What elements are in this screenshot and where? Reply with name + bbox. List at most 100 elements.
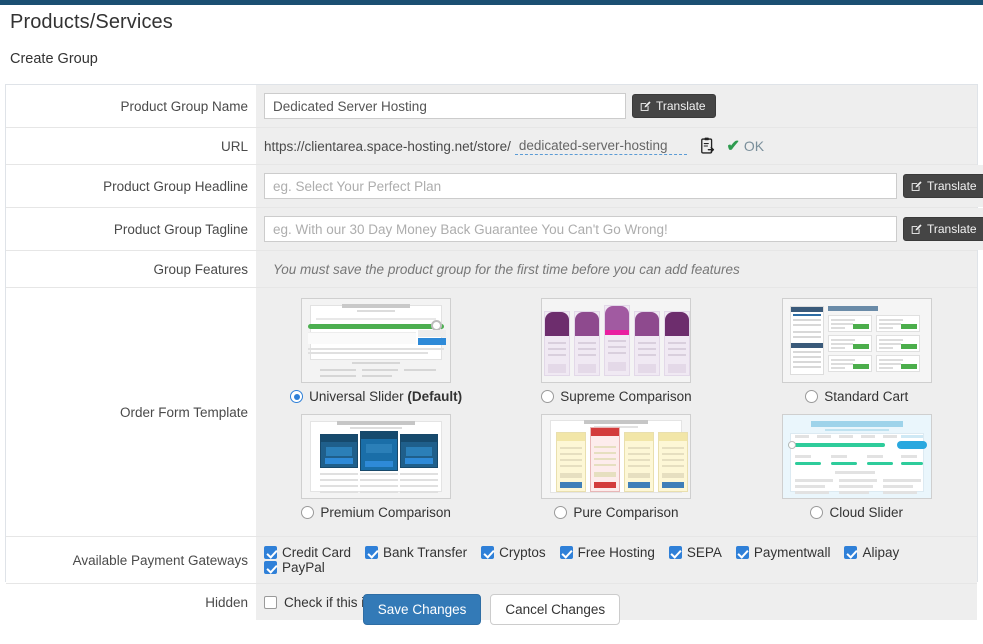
edit-square-icon xyxy=(911,180,922,191)
thumbnail-pure-comparison[interactable] xyxy=(541,414,692,499)
template-label-cloud-slider: Cloud Slider xyxy=(829,505,904,520)
template-option-supreme-comparison[interactable]: Supreme Comparison xyxy=(496,298,736,404)
checkbox-credit-card[interactable] xyxy=(264,546,277,559)
form-row-group-features: Group Features You must save the product… xyxy=(6,251,977,288)
translate-tagline-label: Translate xyxy=(927,222,977,236)
template-option-standard-cart[interactable]: Standard Cart xyxy=(737,298,977,404)
thumbnail-universal-slider[interactable] xyxy=(301,298,452,383)
checkbox-free-hosting[interactable] xyxy=(559,546,573,559)
checkbox-cryptos[interactable] xyxy=(481,546,495,559)
label-order-form-template: Order Form Template xyxy=(6,288,256,536)
form-row-url: URL https://clientarea.space-hosting.net… xyxy=(6,128,977,165)
radio-line-pure-comparison[interactable]: Pure Comparison xyxy=(554,505,678,520)
page-title: Products/Services xyxy=(10,11,173,33)
payment-gateway-list: Credit Card Bank Transfer Cryptos Free H… xyxy=(264,545,969,575)
radio-universal-slider[interactable] xyxy=(290,390,304,403)
field-product-group-headline: Translate xyxy=(256,165,983,207)
order-form-template-grid: Universal Slider (Default) Supreme Compa… xyxy=(256,288,977,536)
gateway-paypal[interactable]: PayPal xyxy=(264,560,325,575)
radio-line-cloud-slider[interactable]: Cloud Slider xyxy=(810,505,903,520)
translate-name-button[interactable]: Translate xyxy=(632,94,716,118)
template-option-universal-slider[interactable]: Universal Slider (Default) xyxy=(256,298,496,404)
edit-square-icon xyxy=(640,100,651,111)
group-features-note: You must save the product group for the … xyxy=(273,261,740,277)
radio-line-supreme-comparison[interactable]: Supreme Comparison xyxy=(541,389,692,404)
label-product-group-name: Product Group Name xyxy=(6,85,256,127)
radio-supreme-comparison[interactable] xyxy=(541,390,555,403)
product-group-name-input[interactable] xyxy=(264,93,626,119)
form-row-available-payment-gateways: Available Payment Gateways Credit Card B… xyxy=(6,537,977,584)
form-action-buttons: Save Changes Cancel Changes xyxy=(0,594,983,625)
top-accent-bar xyxy=(0,0,983,5)
form-row-product-group-name: Product Group Name Translate xyxy=(6,85,977,128)
save-changes-button[interactable]: Save Changes xyxy=(362,594,482,625)
product-group-tagline-input[interactable] xyxy=(264,216,897,242)
radio-line-universal-slider[interactable]: Universal Slider (Default) xyxy=(290,389,462,404)
radio-line-premium-comparison[interactable]: Premium Comparison xyxy=(301,505,451,520)
gateway-label-credit-card: Credit Card xyxy=(282,545,352,560)
checkbox-alipay[interactable] xyxy=(844,546,858,559)
radio-premium-comparison[interactable] xyxy=(301,506,315,519)
product-group-headline-input[interactable] xyxy=(264,173,897,199)
field-url: https://clientarea.space-hosting.net/sto… xyxy=(256,128,977,164)
gateway-label-paypal: PayPal xyxy=(282,560,325,575)
form-row-order-form-template: Order Form Template Universal Slider (De… xyxy=(6,288,977,537)
label-product-group-tagline: Product Group Tagline xyxy=(6,208,256,250)
field-group-features: You must save the product group for the … xyxy=(256,251,977,287)
form-row-product-group-tagline: Product Group Tagline Translate xyxy=(6,208,983,251)
template-label-pure-comparison: Pure Comparison xyxy=(573,505,679,520)
label-url: URL xyxy=(6,128,256,164)
gateway-bank-transfer[interactable]: Bank Transfer xyxy=(365,545,467,560)
edit-square-icon xyxy=(911,223,922,234)
url-status-text: OK xyxy=(743,138,765,154)
template-label-premium-comparison: Premium Comparison xyxy=(320,505,451,520)
checkbox-paymentwall[interactable] xyxy=(735,546,749,559)
form-row-product-group-headline: Product Group Headline Translate xyxy=(6,165,983,208)
gateway-sepa[interactable]: SEPA xyxy=(668,545,722,560)
gateway-credit-card[interactable]: Credit Card xyxy=(264,545,351,560)
translate-headline-label: Translate xyxy=(927,179,977,193)
radio-cloud-slider[interactable] xyxy=(810,506,824,519)
checkbox-sepa[interactable] xyxy=(668,546,682,559)
gateway-label-free-hosting: Free Hosting xyxy=(577,545,655,560)
thumbnail-cloud-slider[interactable] xyxy=(781,414,932,499)
gateway-label-cryptos: Cryptos xyxy=(499,545,546,560)
cancel-changes-button[interactable]: Cancel Changes xyxy=(490,594,621,625)
translate-headline-button[interactable]: Translate xyxy=(903,174,983,198)
field-order-form-template: Universal Slider (Default) Supreme Compa… xyxy=(256,288,977,536)
field-product-group-name: Translate xyxy=(256,85,977,127)
gateway-alipay[interactable]: Alipay xyxy=(844,545,899,560)
radio-pure-comparison[interactable] xyxy=(554,506,568,519)
label-available-payment-gateways: Available Payment Gateways xyxy=(6,537,256,583)
template-label-universal-slider: Universal Slider (Default) xyxy=(309,389,463,404)
template-option-cloud-slider[interactable]: Cloud Slider xyxy=(737,414,977,520)
translate-tagline-button[interactable]: Translate xyxy=(903,217,983,241)
template-option-premium-comparison[interactable]: Premium Comparison xyxy=(256,414,496,520)
radio-standard-cart[interactable] xyxy=(805,390,819,403)
check-icon: ✔ xyxy=(726,138,740,155)
clipboard-icon[interactable] xyxy=(699,137,716,155)
radio-line-standard-cart[interactable]: Standard Cart xyxy=(805,389,908,404)
gateway-free-hosting[interactable]: Free Hosting xyxy=(559,545,655,560)
template-label-supreme-comparison: Supreme Comparison xyxy=(560,389,692,404)
field-product-group-tagline: Translate xyxy=(256,208,983,250)
url-status: ✔ OK xyxy=(726,136,764,156)
gateway-cryptos[interactable]: Cryptos xyxy=(481,545,546,560)
template-option-pure-comparison[interactable]: Pure Comparison xyxy=(496,414,736,520)
checkbox-bank-transfer[interactable] xyxy=(365,546,379,559)
checkbox-paypal[interactable] xyxy=(264,561,277,574)
label-group-features: Group Features xyxy=(6,251,256,287)
gateway-label-sepa: SEPA xyxy=(686,545,722,560)
thumbnail-premium-comparison[interactable] xyxy=(301,414,452,499)
thumbnail-supreme-comparison[interactable] xyxy=(541,298,692,383)
field-available-payment-gateways: Credit Card Bank Transfer Cryptos Free H… xyxy=(256,537,977,583)
gateway-paymentwall[interactable]: Paymentwall xyxy=(735,545,831,560)
thumbnail-standard-cart[interactable] xyxy=(781,298,932,383)
page-subtitle: Create Group xyxy=(10,51,98,67)
label-product-group-headline: Product Group Headline xyxy=(6,165,256,207)
translate-name-label: Translate xyxy=(656,99,706,113)
gateway-label-paymentwall: Paymentwall xyxy=(753,545,831,560)
url-base-text: https://clientarea.space-hosting.net/sto… xyxy=(264,138,511,154)
url-slug-editable[interactable]: dedicated-server-hosting xyxy=(514,138,688,155)
gateway-label-bank-transfer: Bank Transfer xyxy=(383,545,468,560)
